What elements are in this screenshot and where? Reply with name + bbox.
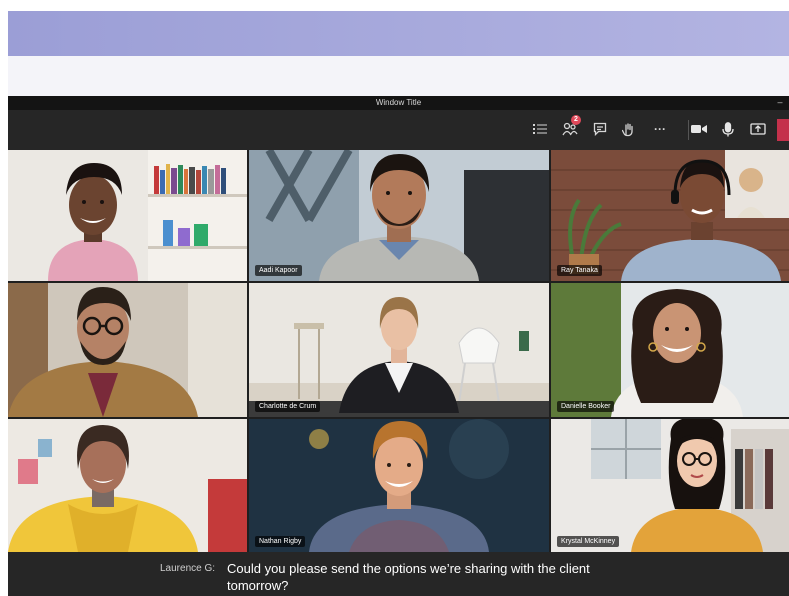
participant-name: Danielle Booker [557, 401, 615, 412]
participant-video [551, 283, 789, 417]
participant-tile[interactable]: Krystal McKinney [551, 419, 789, 552]
caption-speaker: Laurence G: [160, 563, 216, 574]
participant-tile[interactable]: Charlotte de Crum [249, 283, 549, 417]
participant-name: Krystal McKinney [557, 536, 620, 547]
participant-video [249, 419, 549, 552]
app-banner [8, 11, 789, 56]
raise-hand-icon[interactable] [618, 118, 640, 140]
camera-icon[interactable] [688, 118, 710, 140]
participant-tile[interactable] [8, 283, 247, 417]
minimize-icon[interactable]: – [775, 96, 785, 110]
participants-list-icon[interactable] [529, 118, 551, 140]
video-grid: Aadi Kapoor Ray Tanaka Charlotte de Crum… [8, 150, 789, 552]
caption-text: Could you please send the options we’re … [227, 561, 590, 593]
participant-tile[interactable]: Aadi Kapoor [249, 150, 549, 281]
live-caption-bar: Laurence G: Could you please send the op… [8, 552, 789, 596]
participant-video [8, 283, 247, 417]
app-subbanner [8, 56, 789, 96]
people-badge: 2 [571, 115, 581, 125]
participant-name: Ray Tanaka [557, 265, 602, 276]
meeting-window: Window Title – 2 ··· Aadi Kapoor Ray Tan… [8, 96, 789, 596]
participant-video [551, 419, 789, 552]
leave-call-button[interactable] [777, 119, 789, 141]
share-screen-icon[interactable] [747, 118, 769, 140]
participant-name: Aadi Kapoor [255, 265, 302, 276]
participant-video [249, 283, 549, 417]
participant-tile[interactable]: Nathan Rigby [249, 419, 549, 552]
participant-video [8, 150, 247, 281]
participant-video [551, 150, 789, 281]
window-titlebar: Window Title – [8, 96, 789, 110]
window-title: Window Title [375, 98, 422, 107]
more-options-icon[interactable]: ··· [649, 118, 671, 140]
participant-tile[interactable] [8, 419, 247, 552]
meeting-toolbar: 2 ··· [8, 110, 789, 150]
participant-video [8, 419, 247, 552]
participant-tile[interactable]: Ray Tanaka [551, 150, 789, 281]
microphone-icon[interactable] [717, 118, 739, 140]
participant-name: Charlotte de Crum [255, 401, 321, 412]
participant-tile[interactable]: Danielle Booker [551, 283, 789, 417]
participant-tile[interactable] [8, 150, 247, 281]
chat-icon[interactable] [589, 118, 611, 140]
participant-name: Nathan Rigby [255, 536, 306, 547]
people-icon[interactable]: 2 [559, 115, 581, 140]
participant-video [249, 150, 549, 281]
